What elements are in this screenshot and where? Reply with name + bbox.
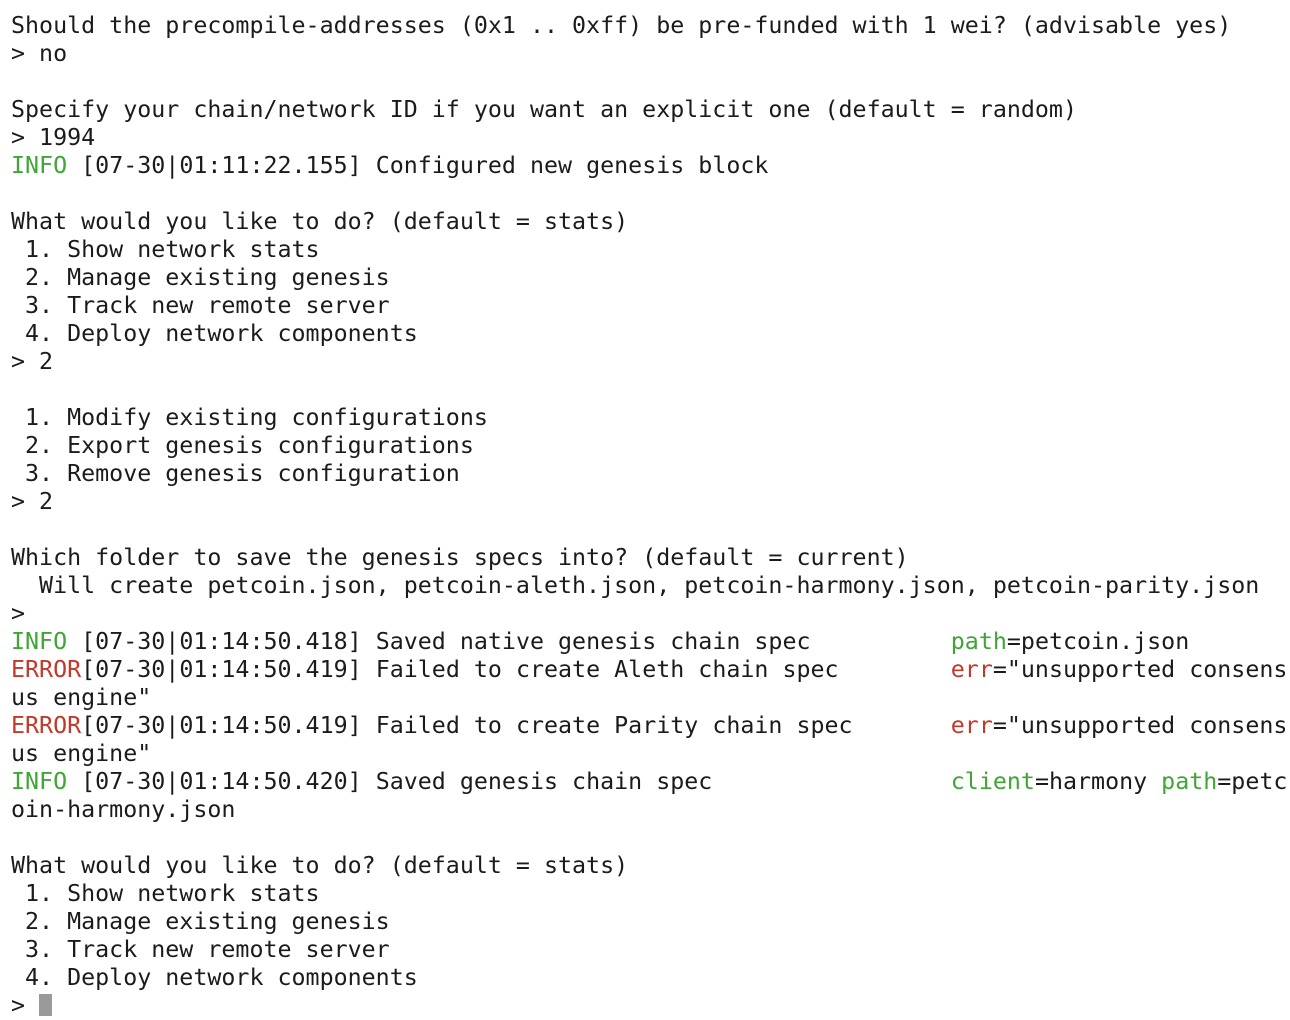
output-line: us engine" [11, 684, 1287, 712]
log-timestamp: [07-30|01:14:50.420] [81, 768, 362, 795]
output-line: 2. Manage existing genesis [11, 908, 1287, 936]
line-text: 4. Deploy network components [11, 320, 418, 347]
line-text: Will create petcoin.json, petcoin-aleth.… [11, 572, 1260, 599]
input-prompt-line[interactable]: > [11, 992, 1287, 1020]
log-message: Failed to create Parity chain spec [361, 712, 853, 739]
output-line: 2. Manage existing genesis [11, 264, 1287, 292]
line-text: oin-harmony.json [11, 796, 236, 823]
terminal-output[interactable]: Should the precompile-addresses (0x1 .. … [11, 12, 1287, 1020]
text-cursor[interactable] [39, 994, 53, 1016]
log-level: INFO [11, 768, 82, 795]
line-text: > no [11, 40, 68, 67]
log-padding [811, 628, 951, 655]
log-padding [853, 712, 951, 739]
line-text: 3. Track new remote server [11, 292, 390, 319]
line-text: 2. Manage existing genesis [11, 908, 390, 935]
output-line: 2. Export genesis configurations [11, 432, 1287, 460]
log-padding [712, 768, 950, 795]
output-line: 1. Show network stats [11, 236, 1287, 264]
log-field-value: =harmony [1034, 768, 1162, 795]
log-timestamp: [07-30|01:11:22.155] [81, 152, 362, 179]
log-message: Saved native genesis chain spec [361, 628, 811, 655]
log-field-key: path [950, 628, 1007, 655]
log-message: Failed to create Aleth chain spec [361, 656, 839, 683]
output-line: > [11, 600, 1287, 628]
log-line: INFO [07-30|01:14:50.420] Saved genesis … [11, 768, 1287, 796]
log-level: ERROR [11, 656, 82, 683]
output-line: Should the precompile-addresses (0x1 .. … [11, 12, 1287, 40]
output-line: 3. Track new remote server [11, 292, 1287, 320]
line-text: 2. Export genesis configurations [11, 432, 474, 459]
line-text: Should the precompile-addresses (0x1 .. … [11, 12, 1232, 39]
line-text: 3. Track new remote server [11, 936, 390, 963]
line-text: Which folder to save the genesis specs i… [11, 544, 909, 571]
output-line: Which folder to save the genesis specs i… [11, 544, 1287, 572]
terminal-window: { "lines": [ {"type": "text", "text": "S… [0, 0, 1290, 1019]
log-field-value: =petcoin.json [1006, 628, 1190, 655]
log-level: ERROR [11, 712, 82, 739]
log-line: INFO [07-30|01:11:22.155] Configured new… [11, 152, 1287, 180]
log-field-key: err [950, 656, 993, 683]
line-text: 1. Show network stats [11, 880, 320, 907]
output-line: 3. Remove genesis configuration [11, 460, 1287, 488]
output-line: us engine" [11, 740, 1287, 768]
log-field-key: client [950, 768, 1035, 795]
line-text: What would you like to do? (default = st… [11, 208, 629, 235]
output-line: > no [11, 40, 1287, 68]
output-line: > 2 [11, 348, 1287, 376]
log-field-key: path [1161, 768, 1218, 795]
output-line: > 1994 [11, 124, 1287, 152]
output-line: What would you like to do? (default = st… [11, 852, 1287, 880]
prompt-symbol: > [11, 992, 40, 1019]
line-text: What would you like to do? (default = st… [11, 852, 629, 879]
log-padding [839, 656, 951, 683]
log-field-value: ="unsupported consens [992, 712, 1288, 739]
line-text: > 2 [11, 488, 54, 515]
line-text: > 2 [11, 348, 54, 375]
output-line: Specify your chain/network ID if you wan… [11, 96, 1287, 124]
line-text: us engine" [11, 740, 152, 767]
output-line: 4. Deploy network components [11, 320, 1287, 348]
line-text: Specify your chain/network ID if you wan… [11, 96, 1077, 123]
log-message: Configured new genesis block [361, 152, 769, 179]
log-level: INFO [11, 628, 82, 655]
output-line: Will create petcoin.json, petcoin-aleth.… [11, 572, 1287, 600]
line-text: 2. Manage existing genesis [11, 264, 390, 291]
line-text: 1. Show network stats [11, 236, 320, 263]
line-text: us engine" [11, 684, 152, 711]
line-text: 1. Modify existing configurations [11, 404, 488, 431]
log-field-value: =petc [1217, 768, 1288, 795]
output-line: oin-harmony.json [11, 796, 1287, 824]
output-line: 3. Track new remote server [11, 936, 1287, 964]
log-timestamp: [07-30|01:14:50.419] [81, 712, 362, 739]
output-line: 1. Modify existing configurations [11, 404, 1287, 432]
log-level: INFO [11, 152, 82, 179]
log-timestamp: [07-30|01:14:50.419] [81, 656, 362, 683]
output-line: > 2 [11, 488, 1287, 516]
output-line: What would you like to do? (default = st… [11, 208, 1287, 236]
output-line: 4. Deploy network components [11, 964, 1287, 992]
log-line: ERROR[07-30|01:14:50.419] Failed to crea… [11, 712, 1287, 740]
log-line: INFO [07-30|01:14:50.418] Saved native g… [11, 628, 1287, 656]
log-field-key: err [950, 712, 993, 739]
line-text: 3. Remove genesis configuration [11, 460, 460, 487]
line-text: > [11, 600, 26, 627]
line-text: 4. Deploy network components [11, 964, 418, 991]
log-timestamp: [07-30|01:14:50.418] [81, 628, 362, 655]
line-text: > 1994 [11, 124, 96, 151]
log-line: ERROR[07-30|01:14:50.419] Failed to crea… [11, 656, 1287, 684]
log-message: Saved genesis chain spec [361, 768, 713, 795]
output-line: 1. Show network stats [11, 880, 1287, 908]
log-field-value: ="unsupported consens [992, 656, 1288, 683]
